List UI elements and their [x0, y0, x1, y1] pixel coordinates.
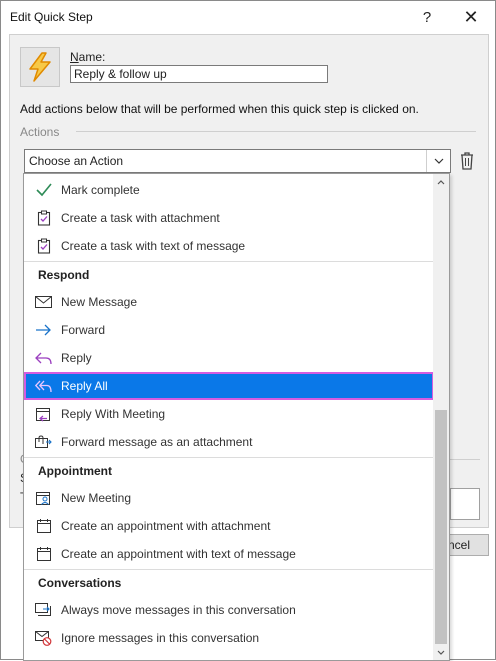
actions-section-label: Actions — [20, 125, 60, 139]
dropdown-item[interactable]: Create a task with attachment — [24, 204, 434, 232]
dropdown-separator — [24, 261, 434, 262]
name-label: Name: — [70, 50, 106, 64]
help-button[interactable]: ? — [405, 1, 449, 33]
calendar-icon — [35, 546, 52, 562]
scrollbar-thumb[interactable] — [435, 410, 447, 644]
quick-step-icon-button[interactable] — [20, 47, 60, 87]
envelope-icon — [35, 294, 52, 310]
calendar-icon — [35, 518, 52, 534]
dropdown-separator — [24, 457, 434, 458]
forward-arrow-icon — [35, 322, 52, 338]
scroll-up-button[interactable] — [433, 174, 449, 190]
dropdown-item[interactable]: Create an appointment with attachment — [24, 512, 434, 540]
new-meeting-icon — [35, 490, 52, 506]
dropdown-separator — [24, 569, 434, 570]
dropdown-item-label: Forward message as an attachment — [61, 435, 253, 449]
chevron-down-icon — [434, 158, 443, 164]
dropdown-item-label: Mark complete — [61, 183, 140, 197]
dropdown-item-label: Reply All — [61, 379, 108, 393]
ignore-conversation-icon — [35, 630, 52, 646]
dropdown-item[interactable]: Mark complete — [24, 176, 434, 204]
task-icon — [35, 238, 52, 254]
options-divider — [450, 459, 480, 460]
dropdown-item[interactable]: Reply — [24, 344, 434, 372]
combo-dropdown-button[interactable] — [426, 150, 450, 172]
dropdown-group-header: Appointment — [38, 464, 112, 478]
attachment-forward-icon — [35, 434, 52, 450]
dropdown-item-label: Create a task with attachment — [61, 211, 220, 225]
reply-all-icon — [35, 378, 52, 394]
dropdown-group-header: Conversations — [38, 576, 122, 590]
choose-action-combobox[interactable]: Choose an Action — [24, 149, 451, 173]
dropdown-item-label: Create an appointment with attachment — [61, 519, 271, 533]
action-dropdown-list: Mark complete Create a task with attachme… — [23, 173, 450, 661]
dropdown-item-label: Ignore messages in this conversation — [61, 631, 260, 645]
dropdown-item[interactable]: Ignore messages in this conversation — [24, 624, 434, 652]
dropdown-group-header: Respond — [38, 268, 90, 282]
dropdown-item[interactable]: Forward message as an attachment — [24, 428, 434, 456]
task-icon — [35, 210, 52, 226]
checkmark-icon — [35, 182, 52, 198]
scroll-up-arrow-icon — [437, 179, 445, 184]
dropdown-item[interactable]: New Message — [24, 288, 434, 316]
close-button[interactable]: ✕ — [449, 1, 493, 33]
edit-quick-step-dialog: Edit Quick Step ? ✕ Name: Reply & follow… — [0, 0, 496, 661]
dropdown-item[interactable]: New Meeting — [24, 484, 434, 512]
description-text: Add actions below that will be performed… — [20, 102, 419, 116]
dropdown-item-label: New Message — [61, 295, 138, 309]
move-conversation-icon — [35, 602, 52, 618]
dropdown-item[interactable]: Forward — [24, 316, 434, 344]
reply-arrow-icon — [35, 350, 52, 366]
tooltip-text-box[interactable] — [450, 488, 480, 520]
dropdown-item-label: Create a task with text of message — [61, 239, 246, 253]
dropdown-scrollbar[interactable] — [433, 174, 449, 660]
dropdown-item-label: Forward — [61, 323, 106, 337]
title-bar: Edit Quick Step ? ✕ — [1, 1, 495, 33]
dropdown-item-label: Reply — [61, 351, 92, 365]
dropdown-item-label: Create an appointment with text of messa… — [61, 547, 296, 561]
window-title: Edit Quick Step — [10, 10, 93, 24]
dropdown-item-label: Reply With Meeting — [61, 407, 166, 421]
actions-divider — [76, 131, 476, 132]
delete-icon[interactable] — [459, 151, 475, 171]
lightning-icon — [29, 52, 51, 82]
dropdown-item-label: Always move messages in this conversatio… — [61, 603, 296, 617]
meeting-reply-icon — [35, 406, 52, 422]
dropdown-item[interactable]: Create a task with text of message — [24, 232, 434, 260]
name-input[interactable]: Reply & follow up — [70, 65, 328, 83]
dropdown-item[interactable]: Reply All — [24, 372, 434, 400]
dropdown-item-label: New Meeting — [61, 491, 132, 505]
dropdown-item[interactable]: Create an appointment with text of messa… — [24, 540, 434, 568]
dropdown-item[interactable]: Always move messages in this conversatio… — [24, 596, 434, 624]
scroll-down-arrow-icon — [437, 650, 445, 655]
scroll-down-button[interactable] — [433, 644, 449, 660]
combo-value: Choose an Action — [29, 154, 124, 168]
dropdown-item[interactable]: Reply With Meeting — [24, 400, 434, 428]
